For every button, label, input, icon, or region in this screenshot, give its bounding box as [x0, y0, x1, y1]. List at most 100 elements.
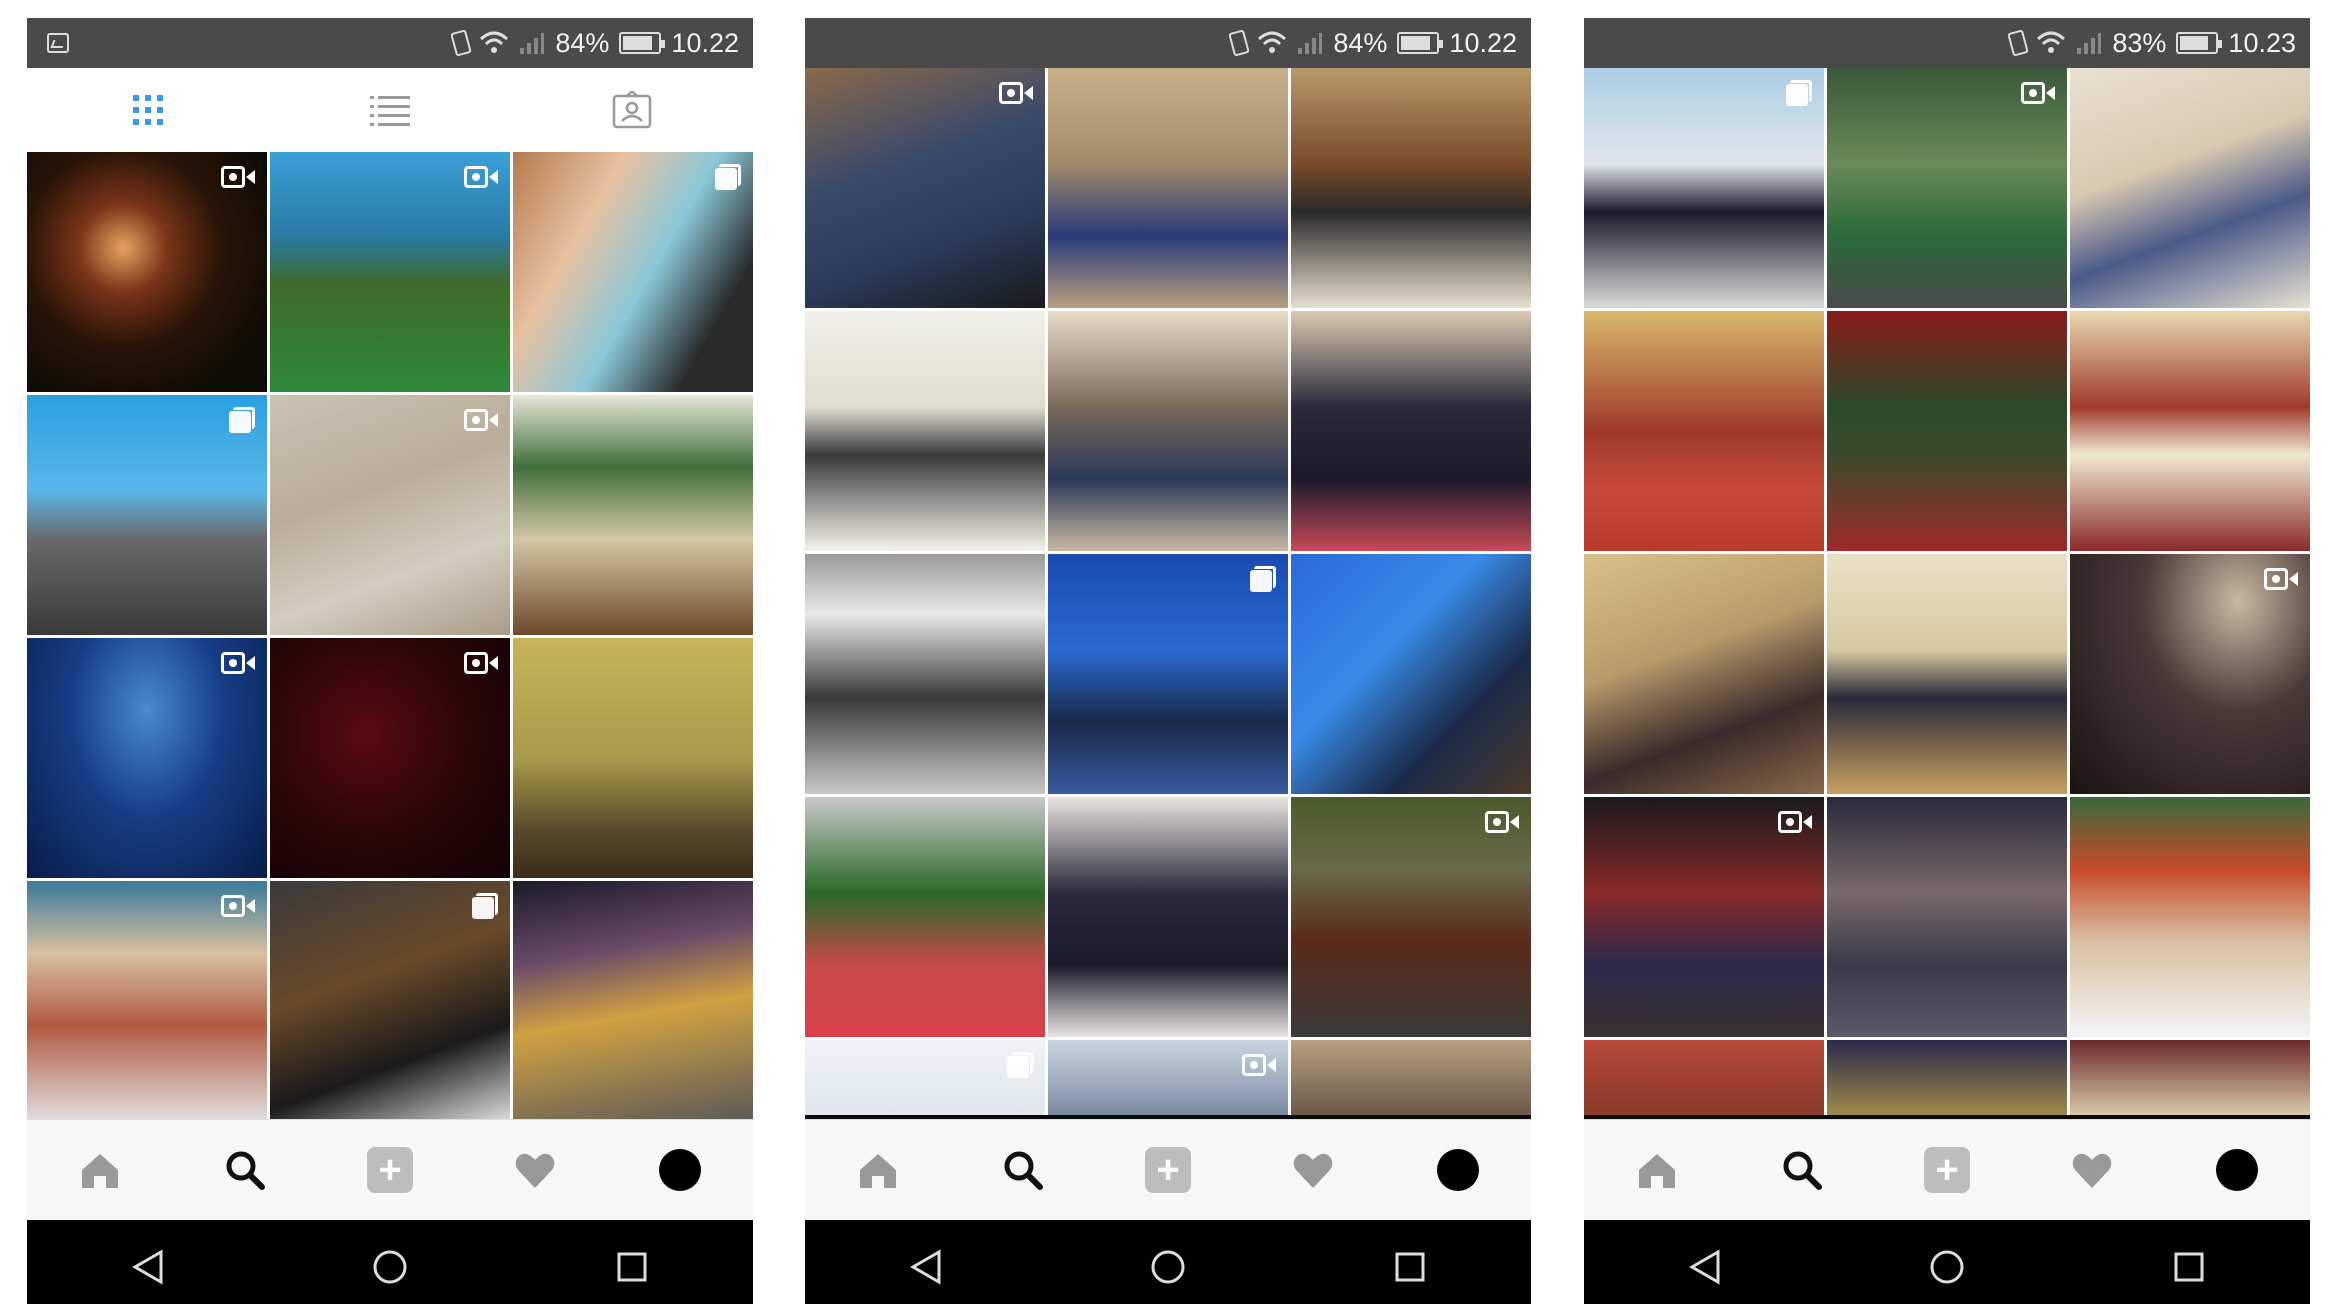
- profile-avatar: [2216, 1149, 2259, 1191]
- bottom-navigation: +: [1584, 1119, 2310, 1220]
- home-button[interactable]: [269, 1220, 511, 1304]
- recents-button[interactable]: [2068, 1220, 2310, 1304]
- photo-tile[interactable]: [1048, 68, 1288, 308]
- profile-view-tabs: [27, 68, 753, 152]
- nav-profile[interactable]: [2165, 1120, 2310, 1220]
- photo-tile[interactable]: [1048, 311, 1288, 551]
- photo-tile[interactable]: [1291, 554, 1531, 794]
- system-navigation-bar: [1584, 1220, 2310, 1304]
- photo-tile[interactable]: [27, 395, 267, 635]
- home-icon: [859, 1154, 896, 1188]
- video-camera-icon: [1242, 1052, 1276, 1078]
- nav-home[interactable]: [27, 1120, 172, 1220]
- photo-tile[interactable]: [27, 152, 267, 392]
- battery-percent: 83%: [2112, 27, 2167, 58]
- photo-tile[interactable]: [805, 554, 1045, 794]
- battery-percent: 84%: [1333, 27, 1388, 58]
- photo-tile[interactable]: [1827, 311, 2067, 551]
- search-icon: [226, 1151, 265, 1190]
- tab-tagged-photos[interactable]: [511, 68, 753, 152]
- home-button[interactable]: [1826, 1220, 2068, 1304]
- tab-list-view[interactable]: [269, 68, 511, 152]
- status-time: 10.22: [1449, 27, 1517, 58]
- nav-search[interactable]: [950, 1120, 1095, 1220]
- multi-photo-icon: [1786, 80, 1812, 106]
- nav-activity[interactable]: [463, 1120, 608, 1220]
- status-bar: 84% 10.22: [27, 18, 753, 68]
- photo-tile[interactable]: [513, 881, 753, 1122]
- photo-tile[interactable]: [1291, 311, 1531, 551]
- multi-photo-icon: [1007, 1052, 1033, 1078]
- tab-grid-view[interactable]: [27, 68, 269, 152]
- recents-button[interactable]: [511, 1220, 753, 1304]
- photo-tile[interactable]: [1584, 797, 1824, 1037]
- wifi-icon: [2036, 31, 2066, 55]
- photo-tile[interactable]: [1827, 554, 2067, 794]
- nav-new-post[interactable]: +: [317, 1120, 462, 1220]
- list-icon: [370, 96, 410, 126]
- photo-tile[interactable]: [1291, 68, 1531, 308]
- battery-icon: [619, 32, 666, 54]
- photo-tile[interactable]: [1827, 68, 2067, 308]
- nav-home[interactable]: [805, 1120, 950, 1220]
- photo-tile[interactable]: [805, 311, 1045, 551]
- nav-activity[interactable]: [2020, 1120, 2165, 1220]
- vibrate-icon: [1228, 29, 1251, 57]
- nav-activity[interactable]: [1241, 1120, 1386, 1220]
- photo-tile[interactable]: [513, 395, 753, 635]
- photo-tile[interactable]: [2070, 797, 2310, 1037]
- nav-home[interactable]: [1584, 1120, 1729, 1220]
- bottom-navigation: +: [805, 1119, 1531, 1220]
- search-icon: [1783, 1151, 1822, 1190]
- photo-tile[interactable]: [513, 638, 753, 878]
- back-triangle-icon: [131, 1249, 163, 1285]
- photo-tile[interactable]: [805, 1040, 1045, 1115]
- photo-tile[interactable]: [1584, 1040, 1824, 1115]
- back-button[interactable]: [1584, 1220, 1826, 1304]
- photo-tile[interactable]: [1291, 797, 1531, 1037]
- recents-button[interactable]: [1289, 1220, 1531, 1304]
- photo-tile[interactable]: [1048, 554, 1288, 794]
- photo-tile[interactable]: [270, 638, 510, 878]
- photo-tile[interactable]: [27, 881, 267, 1122]
- home-icon: [1638, 1154, 1675, 1188]
- photo-tile[interactable]: [270, 395, 510, 635]
- nav-new-post[interactable]: +: [1095, 1120, 1240, 1220]
- photo-tile[interactable]: [805, 797, 1045, 1037]
- photo-grid: [805, 68, 1531, 1115]
- photo-tile[interactable]: [1584, 68, 1824, 308]
- video-camera-icon: [221, 650, 255, 676]
- wifi-icon: [479, 31, 509, 55]
- photo-tile[interactable]: [2070, 68, 2310, 308]
- add-post-icon: +: [1924, 1147, 1970, 1193]
- photo-tile[interactable]: [1291, 1040, 1531, 1115]
- nav-new-post[interactable]: +: [1874, 1120, 2019, 1220]
- nav-search[interactable]: [1729, 1120, 1874, 1220]
- video-camera-icon: [2264, 566, 2298, 592]
- back-button[interactable]: [27, 1220, 269, 1304]
- video-camera-icon: [1778, 809, 1812, 835]
- gallery-notification-icon: [47, 33, 69, 53]
- photo-tile[interactable]: [2070, 1040, 2310, 1115]
- photo-tile[interactable]: [27, 638, 267, 878]
- recents-square-icon: [2174, 1252, 2204, 1282]
- photo-tile[interactable]: [2070, 311, 2310, 551]
- photo-tile[interactable]: [805, 68, 1045, 308]
- photo-tile[interactable]: [1584, 311, 1824, 551]
- back-button[interactable]: [805, 1220, 1047, 1304]
- nav-profile[interactable]: [1386, 1120, 1531, 1220]
- photo-tile[interactable]: [2070, 554, 2310, 794]
- photo-tile[interactable]: [270, 881, 510, 1122]
- add-post-icon: +: [367, 1147, 413, 1193]
- photo-tile[interactable]: [1827, 1040, 2067, 1115]
- photo-tile[interactable]: [1048, 1040, 1288, 1115]
- photo-tile[interactable]: [1048, 797, 1288, 1037]
- home-button[interactable]: [1047, 1220, 1289, 1304]
- nav-profile[interactable]: [608, 1120, 753, 1220]
- photo-tile[interactable]: [1584, 554, 1824, 794]
- nav-search[interactable]: [172, 1120, 317, 1220]
- photo-tile[interactable]: [270, 152, 510, 392]
- photo-tile[interactable]: [1827, 797, 2067, 1037]
- photo-tile[interactable]: [513, 152, 753, 392]
- status-bar: 84% 10.22: [805, 18, 1531, 68]
